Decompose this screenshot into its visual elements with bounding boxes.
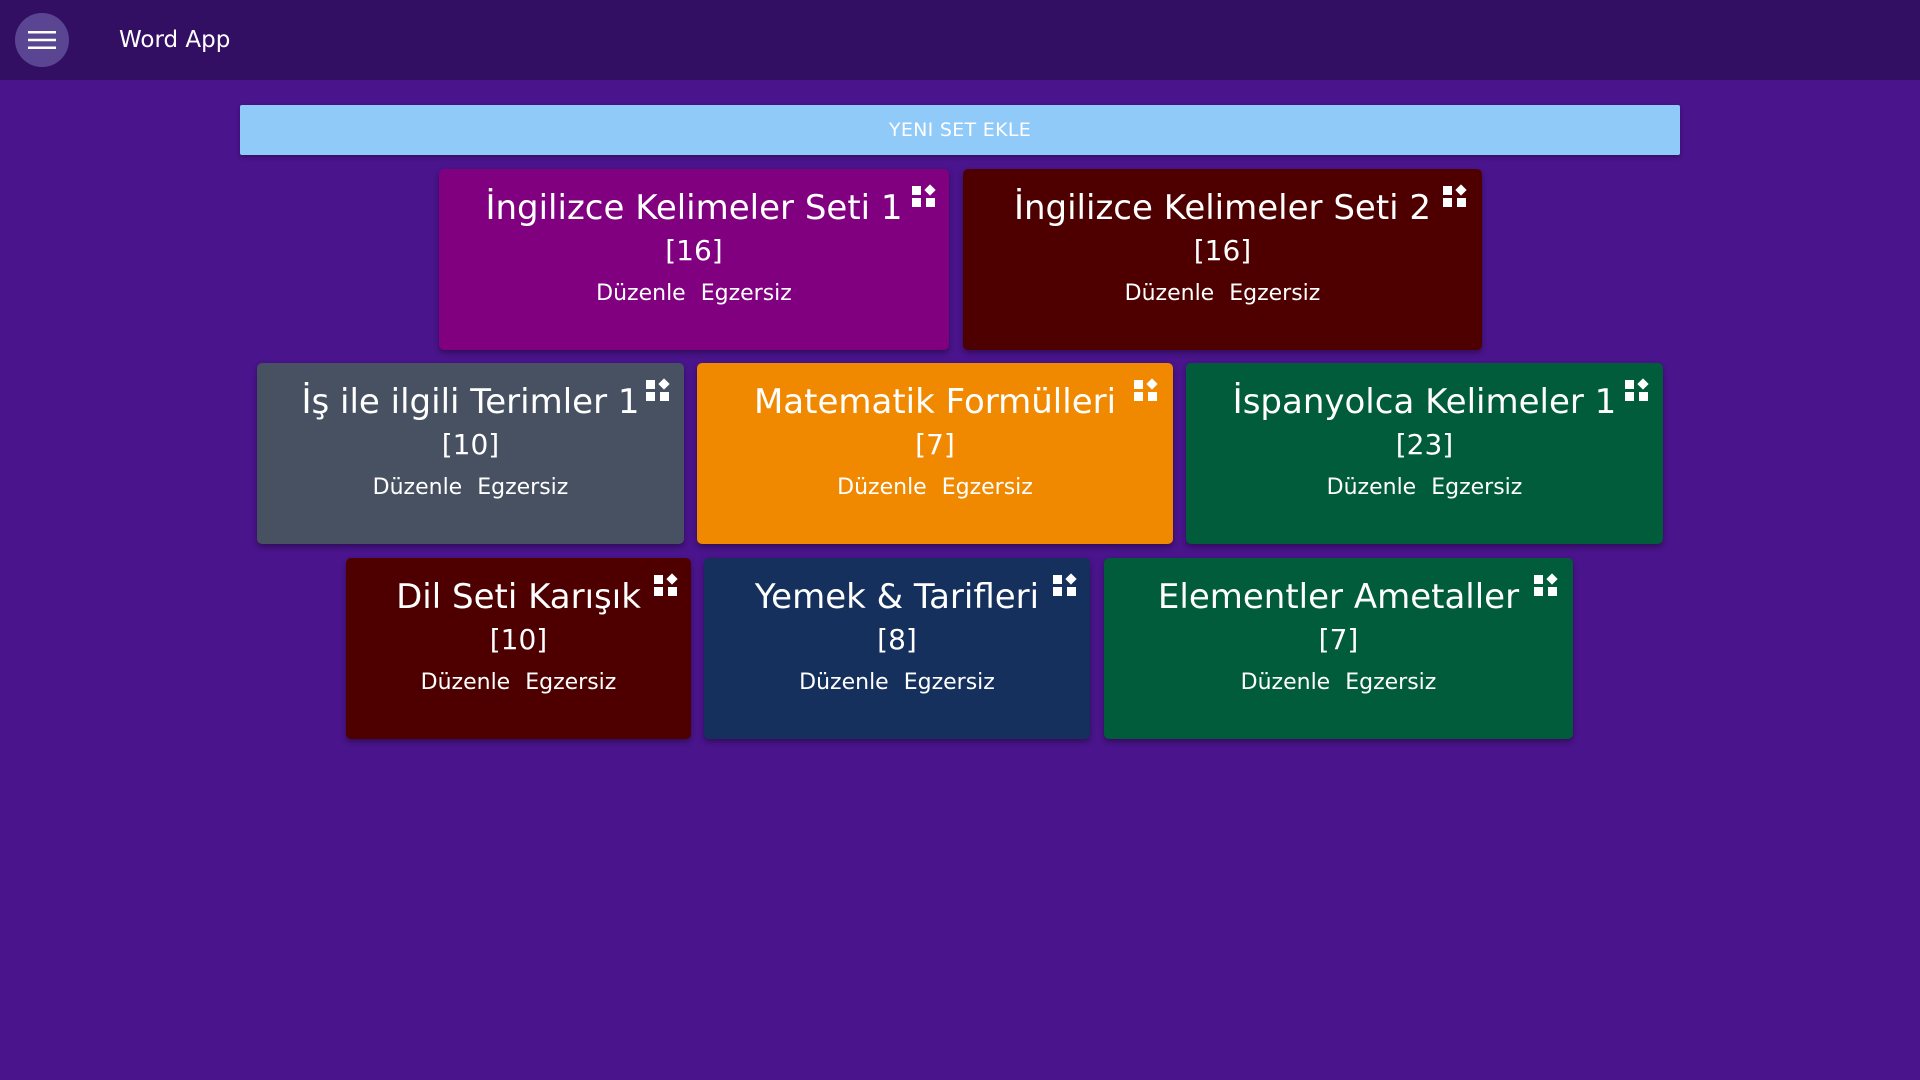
- set-card-actions: Düzenle Egzersiz: [439, 279, 949, 309]
- set-card-title[interactable]: İspanyolca Kelimeler 1: [1186, 381, 1663, 423]
- set-card-actions: Düzenle Egzersiz: [257, 473, 684, 503]
- exercise-link[interactable]: Egzersiz: [1345, 670, 1436, 695]
- widgets-icon[interactable]: [1133, 377, 1159, 403]
- edit-link[interactable]: Düzenle: [1327, 475, 1417, 500]
- set-card[interactable]: Dil Seti Karışık [10] Düzenle Egzersiz: [346, 558, 691, 739]
- set-card[interactable]: İspanyolca Kelimeler 1 [23] Düzenle Egze…: [1186, 363, 1663, 544]
- add-new-set-button[interactable]: YENI SET EKLE: [240, 105, 1680, 155]
- widgets-icon[interactable]: [1533, 572, 1559, 598]
- widgets-icon[interactable]: [1624, 377, 1650, 403]
- set-card-count: [8]: [877, 623, 917, 656]
- set-card-actions: Düzenle Egzersiz: [704, 668, 1090, 698]
- edit-link[interactable]: Düzenle: [1241, 670, 1331, 695]
- set-card[interactable]: İngilizce Kelimeler Seti 2 [16] Düzenle …: [963, 169, 1482, 350]
- set-card-count: [7]: [1318, 623, 1359, 656]
- set-card[interactable]: Matematik Formülleri [7] Düzenle Egzersi…: [697, 363, 1173, 544]
- set-card-actions: Düzenle Egzersiz: [963, 279, 1482, 309]
- set-card-title[interactable]: Yemek & Tarifleri: [704, 576, 1090, 618]
- set-card-title[interactable]: İş ile ilgili Terimler 1: [257, 381, 684, 423]
- set-card-title[interactable]: Matematik Formülleri: [697, 381, 1173, 423]
- edit-link[interactable]: Düzenle: [373, 475, 463, 500]
- set-card[interactable]: İngilizce Kelimeler Seti 1 [16] Düzenle …: [439, 169, 949, 350]
- set-card-count: [16]: [665, 234, 723, 267]
- set-card-actions: Düzenle Egzersiz: [1186, 473, 1663, 503]
- menu-button[interactable]: [15, 13, 69, 67]
- exercise-link[interactable]: Egzersiz: [904, 670, 995, 695]
- edit-link[interactable]: Düzenle: [596, 281, 686, 306]
- set-card-actions: Düzenle Egzersiz: [1104, 668, 1573, 698]
- widgets-icon[interactable]: [645, 377, 671, 403]
- edit-link[interactable]: Düzenle: [837, 475, 927, 500]
- set-card-title[interactable]: Elementler Ametaller: [1104, 576, 1573, 618]
- set-card-title[interactable]: Dil Seti Karışık: [346, 576, 691, 618]
- set-card-actions: Düzenle Egzersiz: [346, 668, 691, 698]
- app-bar: Word App: [0, 0, 1920, 80]
- set-card[interactable]: Elementler Ametaller [7] Düzenle Egzersi…: [1104, 558, 1573, 739]
- exercise-link[interactable]: Egzersiz: [1229, 281, 1320, 306]
- exercise-link[interactable]: Egzersiz: [1431, 475, 1522, 500]
- set-card-count: [16]: [1193, 234, 1252, 267]
- hamburger-menu-icon: [28, 31, 56, 49]
- set-card[interactable]: Yemek & Tarifleri [8] Düzenle Egzersiz: [704, 558, 1090, 739]
- widgets-icon[interactable]: [1052, 572, 1078, 598]
- exercise-link[interactable]: Egzersiz: [477, 475, 568, 500]
- set-card-title[interactable]: İngilizce Kelimeler Seti 2: [963, 187, 1482, 229]
- exercise-link[interactable]: Egzersiz: [942, 475, 1033, 500]
- edit-link[interactable]: Düzenle: [421, 670, 511, 695]
- exercise-link[interactable]: Egzersiz: [525, 670, 616, 695]
- edit-link[interactable]: Düzenle: [799, 670, 889, 695]
- set-card-count: [10]: [489, 623, 548, 656]
- set-card-actions: Düzenle Egzersiz: [697, 473, 1173, 503]
- app-title: Word App: [119, 27, 231, 53]
- set-card-count: [10]: [441, 428, 500, 461]
- edit-link[interactable]: Düzenle: [1125, 281, 1215, 306]
- set-card[interactable]: İş ile ilgili Terimler 1 [10] Düzenle Eg…: [257, 363, 684, 544]
- exercise-link[interactable]: Egzersiz: [701, 281, 792, 306]
- set-card-count: [7]: [915, 428, 955, 461]
- widgets-icon[interactable]: [1442, 183, 1468, 209]
- widgets-icon[interactable]: [911, 183, 937, 209]
- set-card-title[interactable]: İngilizce Kelimeler Seti 1: [439, 187, 949, 229]
- widgets-icon[interactable]: [653, 572, 679, 598]
- set-card-count: [23]: [1395, 428, 1454, 461]
